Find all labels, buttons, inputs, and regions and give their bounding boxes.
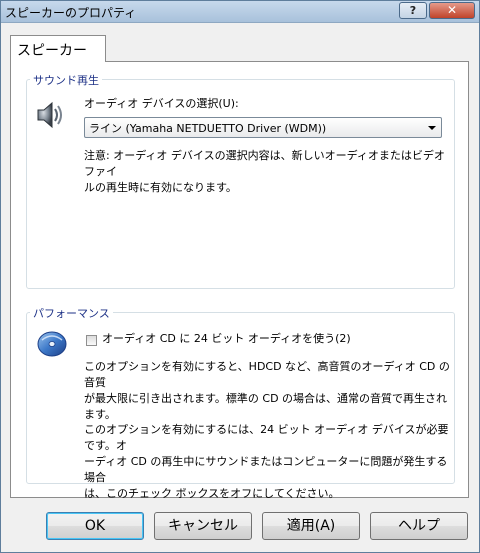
desc-line: は、このチェック ボックスをオフにしてください。 [84, 487, 340, 500]
performance-title: パフォーマンス [30, 305, 113, 321]
device-select-label: オーディオ デバイスの選択(U): [84, 97, 239, 110]
performance-description-2: このオプションを有効にするには、24 ビット オーディオ デバイスが必要です。オ… [84, 422, 454, 502]
tab-speaker[interactable]: スピーカー [10, 35, 106, 62]
24bit-audio-checkbox[interactable] [86, 335, 97, 346]
desc-line: ます。 [84, 408, 116, 421]
help-button[interactable]: ヘルプ [370, 512, 468, 540]
ok-button[interactable]: OK [46, 512, 144, 540]
chevron-down-icon [428, 126, 436, 130]
note-line: 注意: オーディオ デバイスの選択内容は、新しいオーディオまたはビデオ ファイ [84, 149, 445, 178]
audio-device-value: ライン (Yamaha NETDUETTO Driver (WDM)) [89, 122, 327, 135]
performance-description-1: このオプションを有効にすると、HDCD など、高音質のオーディオ CD の音質 … [84, 359, 454, 423]
24bit-audio-checkbox-label[interactable]: オーディオ CD に 24 ビット オーディオを使う(2) [102, 331, 351, 347]
title-help-button[interactable]: ? [399, 2, 427, 19]
desc-line: ーディオ CD の再生中にサウンドまたはコンピューターに問題が発生する場合 [84, 455, 448, 484]
speaker-icon [37, 101, 62, 129]
close-button[interactable]: ✕ [429, 2, 475, 19]
cd-icon [37, 331, 67, 357]
desc-line: このオプションを有効にするには、24 ビット オーディオ デバイスが必要です。オ [84, 423, 449, 452]
device-note: 注意: オーディオ デバイスの選択内容は、新しいオーディオまたはビデオ ファイ … [84, 148, 454, 196]
title-bar[interactable]: スピーカーのプロパティ ? ✕ [1, 1, 479, 23]
tab-speaker-label: スピーカー [17, 43, 87, 59]
sound-playback-title: サウンド再生 [30, 72, 102, 88]
cancel-button[interactable]: キャンセル [154, 512, 252, 540]
apply-button[interactable]: 適用(A) [262, 512, 360, 540]
audio-device-dropdown[interactable]: ライン (Yamaha NETDUETTO Driver (WDM)) [84, 117, 442, 138]
desc-line: が最大限に引き出されます。標準の CD の場合は、通常の音質で再生され [84, 392, 448, 405]
desc-line: このオプションを有効にすると、HDCD など、高音質のオーディオ CD の音質 [84, 360, 450, 389]
window-title: スピーカーのプロパティ [5, 6, 137, 20]
note-line: ルの再生時に有効になります。 [84, 181, 237, 194]
